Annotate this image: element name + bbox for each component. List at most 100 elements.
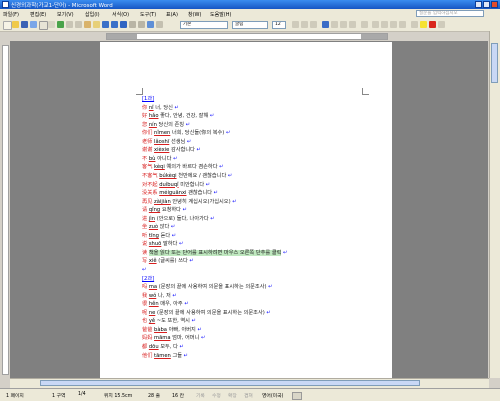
paste-icon[interactable]: [84, 21, 91, 28]
maximize-icon[interactable]: [483, 1, 490, 8]
line-spacing-icon[interactable]: [361, 21, 368, 28]
font-color-icon[interactable]: [429, 21, 436, 28]
menu-window[interactable]: 창(W): [188, 11, 201, 18]
vocab-line[interactable]: 再见 zàijiàn 안녕히 계십시오(가십시오) ↵: [142, 199, 237, 206]
vocab-line[interactable]: 好 hǎo 좋다, 안녕, 건강, 잘해 ↵: [142, 113, 214, 120]
vocab-line[interactable]: 对不起 duìbuqǐ 미안합니다 ↵: [142, 182, 210, 189]
vocab-line[interactable]: 谢谢 xièxie 감사합니다 ↵: [142, 147, 201, 154]
horizontal-scrollbar[interactable]: [10, 378, 489, 388]
menu-file[interactable]: 파일(F): [3, 11, 19, 18]
underline-icon[interactable]: [310, 21, 317, 28]
menu-table[interactable]: 표(A): [166, 11, 178, 18]
decrease-indent-icon[interactable]: [390, 21, 397, 28]
menu-format[interactable]: 서식(O): [112, 11, 129, 18]
font-size-dropdown[interactable]: 12: [272, 21, 286, 29]
spelling-status-icon[interactable]: [292, 392, 302, 400]
bold-icon[interactable]: [292, 21, 299, 28]
status-mode-record[interactable]: 기록: [196, 392, 205, 399]
vocab-pinyin: ne: [148, 309, 156, 316]
vocab-line[interactable]: 我 wǒ 나, 저 ↵: [142, 293, 177, 300]
ruler-left-margin: [107, 34, 137, 39]
horizontal-ruler[interactable]: [106, 33, 388, 40]
drawing-icon[interactable]: [147, 21, 154, 28]
vertical-scroll-thumb[interactable]: [491, 43, 498, 83]
save-icon[interactable]: [21, 21, 28, 28]
vocab-line[interactable]: 都 dōu 모두, 다 ↵: [142, 344, 184, 351]
vocab-line[interactable]: 妈妈 māma 엄마, 어머니 ↵: [142, 335, 205, 342]
align-right-icon[interactable]: [340, 21, 347, 28]
vocab-hanzi: 坐: [142, 224, 148, 231]
print-icon[interactable]: [39, 21, 48, 30]
open-folder-icon[interactable]: [12, 21, 19, 28]
toolbar-options-icon[interactable]: [438, 21, 445, 28]
vocab-line[interactable]: 吗 ma (문장의 끝에 사용하여 의문을 표시하는 의문조사) ↵: [142, 284, 273, 291]
close-icon[interactable]: [491, 1, 498, 8]
vocab-line[interactable]: 请 qǐng 요청하다 ↵: [142, 207, 187, 214]
bullets-icon[interactable]: [381, 21, 388, 28]
vocab-line[interactable]: 进 jìn (안으로) 들다, 나아가다 ↵: [142, 216, 215, 223]
cut-icon[interactable]: [66, 21, 73, 28]
vocab-line[interactable]: 说 shuō 말하다 ↵: [142, 241, 183, 248]
highlight-icon[interactable]: [420, 21, 427, 28]
font-dropdown[interactable]: 굴림: [232, 21, 268, 29]
vocab-line[interactable]: 坐 zuò 앉다 ↵: [142, 224, 175, 231]
menu-tools[interactable]: 도구(T): [140, 11, 156, 18]
menu-insert[interactable]: 삽입(I): [85, 11, 100, 18]
columns-icon[interactable]: [138, 21, 145, 28]
vocab-line[interactable]: 不 bù 아니다 ↵: [142, 156, 177, 163]
show-hide-icon[interactable]: [156, 21, 163, 28]
lesson-heading[interactable]: [1과]: [142, 96, 154, 103]
vocab-meaning: 아니다: [157, 155, 172, 162]
vocab-line[interactable]: 读 책을 읽다 또는 단어를 표시하려면 마우스 오른쪽 단추를 클릭 ↵: [142, 249, 287, 257]
vocab-meaning: 모두, 다: [160, 343, 178, 350]
outside-border-icon[interactable]: [411, 21, 418, 28]
undo-icon[interactable]: [102, 21, 109, 28]
vocab-line[interactable]: 你们 nǐmen 너희, 당신들(你의 복수) ↵: [142, 130, 230, 137]
vertical-ruler[interactable]: [2, 45, 9, 375]
vocab-line[interactable]: 不客气 búkèqi 천만에요 / 괜찮습니다 ↵: [142, 173, 232, 180]
vocab-line[interactable]: 写 xiě (글씨를) 쓰다 ↵: [142, 258, 194, 265]
vocab-line[interactable]: 你 nǐ 너, 당신 ↵: [142, 105, 179, 112]
numbering-icon[interactable]: [372, 21, 379, 28]
italic-icon[interactable]: [301, 21, 308, 28]
lesson-heading[interactable]: [2과]: [142, 276, 154, 283]
vocab-line[interactable]: 很 hěn 매우, 아주 ↵: [142, 301, 189, 308]
permission-icon[interactable]: [30, 21, 37, 28]
vocab-line[interactable]: 爸爸 bàba 아빠, 아버지 ↵: [142, 327, 202, 334]
menu-view[interactable]: 보기(V): [57, 11, 74, 18]
menu-edit[interactable]: 편집(E): [30, 11, 46, 18]
align-center-icon[interactable]: [331, 21, 338, 28]
vocab-line[interactable]: 听 tīng 듣다 ↵: [142, 233, 176, 240]
vocab-line[interactable]: 也 yě ~도 또한, 역시 ↵: [142, 318, 196, 325]
table-icon[interactable]: [129, 21, 136, 28]
vertical-scrollbar[interactable]: [489, 31, 500, 378]
format-painter-icon[interactable]: [93, 21, 100, 28]
justify-icon[interactable]: [349, 21, 356, 28]
redo-icon[interactable]: [111, 21, 118, 28]
new-document-icon[interactable]: [3, 21, 12, 30]
status-mode-extend[interactable]: 확장: [228, 392, 237, 399]
hyperlink-icon[interactable]: [120, 21, 127, 28]
vocab-line[interactable]: 没关系 méiguānxi 괜찮습니다 ↵: [142, 190, 218, 197]
minimize-icon[interactable]: [475, 1, 482, 8]
vocab-line[interactable]: 老师 lǎoshī 선생님 ↵: [142, 139, 191, 146]
copy-icon[interactable]: [75, 21, 82, 28]
horizontal-scroll-thumb[interactable]: [40, 380, 420, 386]
vocab-line[interactable]: 客气 kèqi 예의가 바르다 겸손하다 ↵: [142, 164, 223, 171]
menu-help[interactable]: 도움말(H): [210, 11, 231, 18]
print-preview-icon[interactable]: [48, 21, 55, 28]
increase-indent-icon[interactable]: [399, 21, 406, 28]
help-search-input[interactable]: 질문을 입력하십시오: [416, 10, 484, 17]
status-mode-revise[interactable]: 수정: [212, 392, 221, 399]
style-dropdown[interactable]: 기본: [180, 21, 228, 29]
vocab-hanzi: 你们: [142, 130, 153, 137]
vocab-pinyin: kèqi: [154, 164, 165, 171]
align-left-icon[interactable]: [322, 21, 329, 28]
vocab-line[interactable]: 他们 tāmen 그들 ↵: [142, 353, 188, 360]
blank-line[interactable]: ↵: [142, 267, 146, 274]
status-mode-overtype[interactable]: 겹쳐: [244, 392, 253, 399]
vocab-line[interactable]: 呢 ne (문장의 끝에 사용하여 의문을 표시하는 의문조사) ↵: [142, 310, 271, 317]
spelling-icon[interactable]: [57, 21, 64, 28]
vocab-pinyin: nǐmen: [154, 130, 171, 137]
vocab-line[interactable]: 您 nín 당신의 존칭 ↵: [142, 122, 190, 129]
